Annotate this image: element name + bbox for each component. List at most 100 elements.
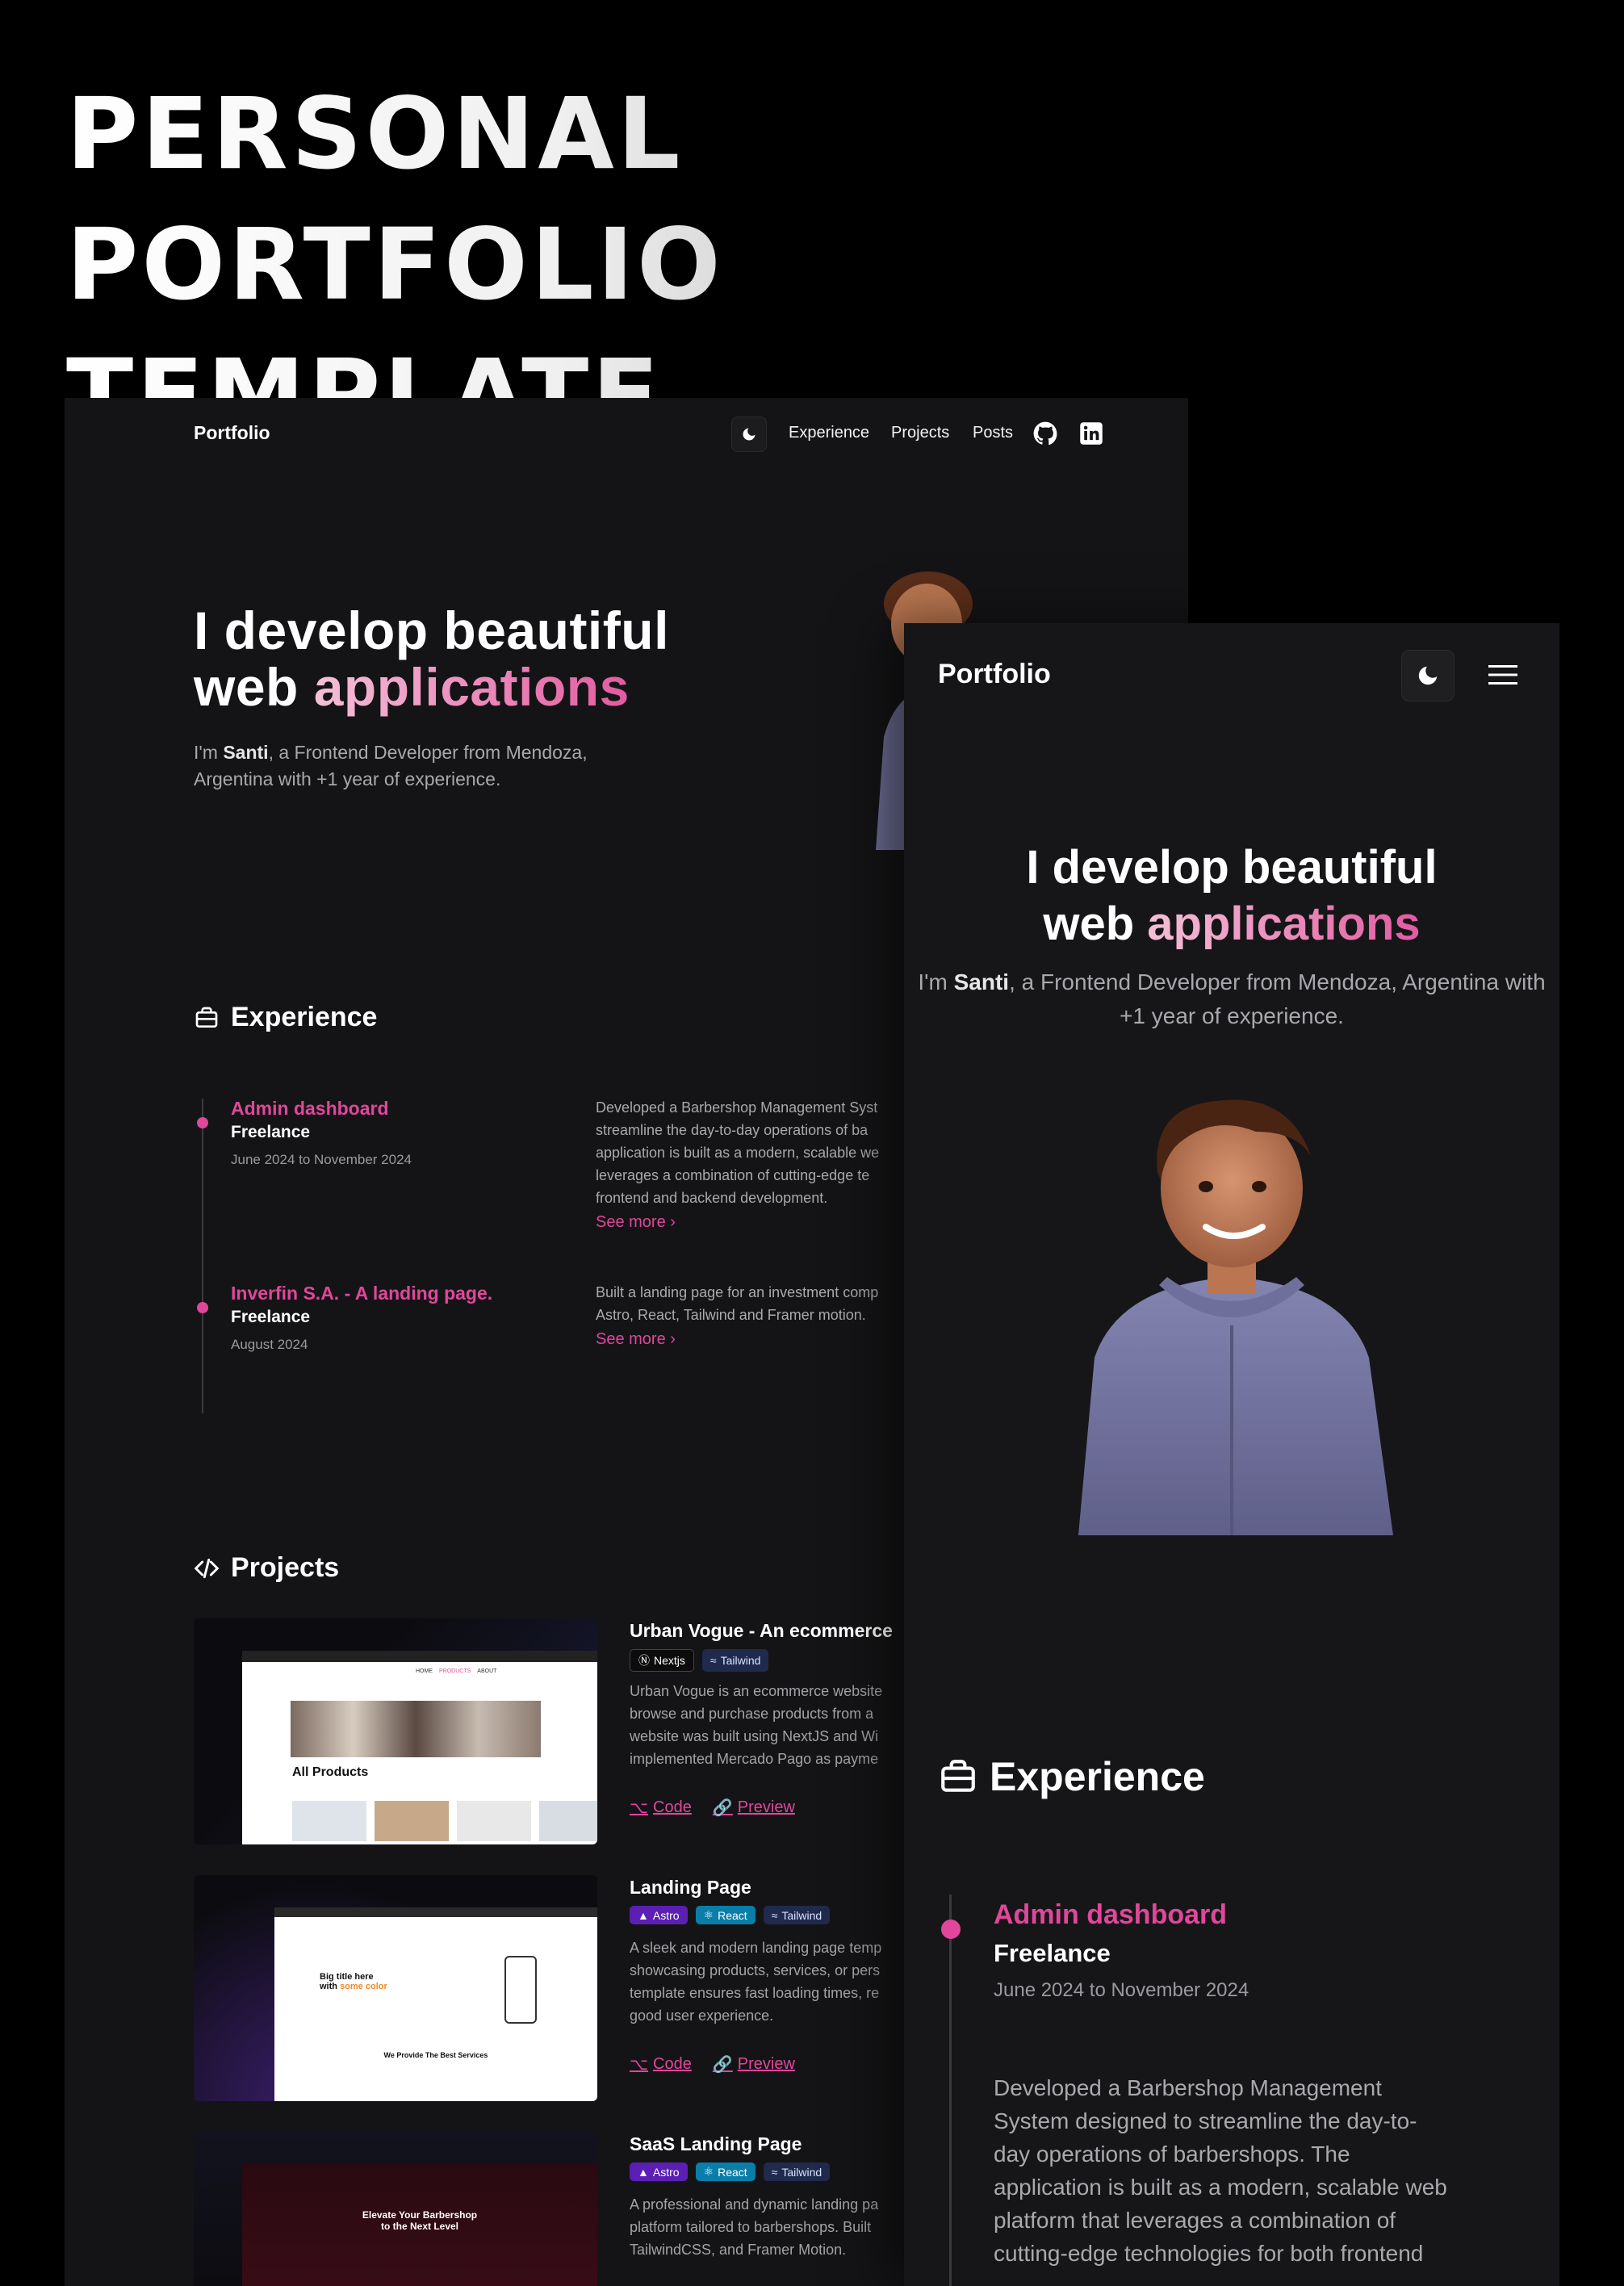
link-icon: 🔗 [712,2056,733,2074]
project-title: SaaS Landing Page [630,2133,802,2154]
preview-link-label: Preview [737,1798,795,1816]
hero-title-line1: I develop beautiful [194,601,669,660]
logo[interactable]: Portfolio [194,422,270,444]
screenshot-nav-item: ABOUT [477,1668,497,1674]
timeline-line [949,1895,952,2286]
hero-title-word: web [1043,898,1135,950]
experience-title: Admin dashboard [231,1098,389,1119]
screenshot-heading-c: some color [340,1982,387,1991]
experience-date: August 2024 [231,1337,308,1352]
desktop-navbar: Portfolio Experience Projects Posts [65,398,1188,471]
tag-react: ⚛ React [695,1906,755,1924]
hero-title-line1: I develop beautiful [1026,841,1438,894]
theme-toggle-button[interactable] [1401,650,1454,701]
hero-title-word: web [194,657,299,717]
nav-link-posts[interactable]: Posts [973,424,1013,442]
tag-astro: ▲ Astro [630,2162,688,2181]
product-thumb [457,1801,531,1841]
github-icon: ⌥ [630,1799,649,1817]
see-more-link[interactable]: See more › [596,1213,676,1232]
projects-heading: Projects [194,1552,339,1584]
experience-date: June 2024 to November 2024 [994,1979,1249,2001]
experience-title: Inverfin S.A. - A landing page. [231,1283,493,1304]
screenshot-heading-b: to the Next Level [380,2221,459,2232]
code-link-label: Code [653,1798,692,1816]
preview-link[interactable]: 🔗 Preview [713,2054,795,2075]
hero-sub-prefix: I'm [918,969,954,994]
screenshot-heading-a: Big title here [320,1972,374,1982]
react-icon: ⚛ [703,2165,714,2178]
hero-sub-name: Santi [223,742,269,763]
hamburger-menu-icon[interactable] [1488,664,1517,686]
hero-sub-prefix: I'm [194,742,224,763]
nav-link-experience[interactable]: Experience [789,424,869,442]
tag-label: React [718,2165,747,2179]
experience-heading-text: Experience [231,1002,378,1032]
timeline-dot [197,1302,208,1313]
project-thumbnail[interactable]: Big title here with some color We Provid… [194,1875,597,2101]
experience-heading: Experience [194,1002,377,1033]
project-links: ⌥ Code 🔗 Preview [630,2054,795,2075]
tailwind-icon: ≈ [709,1654,717,1667]
hero-title: I develop beautiful web applications [194,602,669,715]
timeline-dot [941,1920,961,1939]
nextjs-icon: Ⓝ [638,1654,650,1667]
project-tags: ▲ Astro ⚛ React ≈ Tailwind [630,1906,831,1924]
tag-label: Tailwind [781,1908,822,1922]
code-link-label: Code [653,2055,692,2073]
screenshot-products [292,1801,597,1841]
briefcase-icon [941,1760,975,1792]
hero-title-accent: applications [313,657,630,717]
experience-heading-text: Experience [990,1754,1205,1799]
project-thumbnail[interactable]: HOME PRODUCTS ABOUT All Products [194,1618,597,1844]
moon-icon [743,428,755,441]
tag-label: Nextjs [654,1654,685,1667]
poster-title-line1: PERSONAL PORTFOLIO [66,77,724,322]
screenshot-heading: Elevate Your Barbershop to the Next Leve… [242,2209,597,2232]
nav-link-projects[interactable]: Projects [891,424,949,442]
code-icon [194,1558,220,1578]
experience-date: June 2024 to November 2024 [231,1152,412,1167]
project-title: Landing Page [630,1877,751,1898]
react-icon: ⚛ [703,1908,714,1921]
projects-heading-text: Projects [231,1552,340,1583]
tag-label: Astro [652,1908,680,1922]
tailwind-icon: ≈ [771,2165,778,2179]
tag-label: Astro [652,2165,680,2179]
screenshot-browser: HOME PRODUCTS ABOUT All Products [242,1651,597,1844]
linkedin-icon[interactable] [1079,421,1103,446]
see-more-link[interactable]: See more › [596,1330,676,1349]
tag-nextjs: Ⓝ Nextjs [630,1649,694,1672]
github-icon[interactable] [1033,421,1057,446]
project-thumbnail[interactable]: Elevate Your Barbershop to the Next Leve… [194,2132,597,2286]
screenshot-banner [291,1701,541,1757]
code-link[interactable]: ⌥ Code [630,2054,692,2075]
tag-label: Tailwind [720,1654,761,1667]
screenshot-heading-a: Elevate Your Barbershop [362,2209,478,2221]
hero-subtitle: I'm Santi, a Frontend Developer from Men… [194,739,630,793]
timeline-dot [197,1117,208,1128]
experience-title: Admin dashboard [994,1899,1228,1930]
code-link[interactable]: ⌥ Code [630,1798,692,1818]
hero-title-accent: applications [1147,898,1421,950]
tag-astro: ▲ Astro [630,1906,688,1924]
screenshot-nav-item: HOME [416,1668,433,1674]
experience-role: Freelance [231,1123,311,1141]
preview-link-label: Preview [737,2055,795,2073]
logo[interactable]: Portfolio [938,659,1051,690]
screenshot-browser-bar [242,1651,597,1662]
tag-tailwind: ≈ Tailwind [701,1649,769,1672]
preview-link[interactable]: 🔗 Preview [713,1798,795,1818]
project-tags: ▲ Astro ⚛ React ≈ Tailwind [630,2162,831,2181]
product-thumb [539,1801,597,1841]
screenshot-heading: Big title here with some color [320,1972,387,1991]
hero-sub-rest: , a Frontend Developer from Mendoza, Arg… [1009,969,1546,1028]
phone-mockup [504,1956,537,2024]
screenshot-heading-b: with [320,1982,337,1991]
product-thumb [375,1801,449,1841]
experience-heading: Experience [938,1753,1205,1800]
timeline-line [202,1099,203,1413]
product-thumb [292,1801,366,1841]
theme-toggle-button[interactable] [731,417,767,452]
experience-description: Developed a Barbershop Management System… [994,2075,1447,2266]
